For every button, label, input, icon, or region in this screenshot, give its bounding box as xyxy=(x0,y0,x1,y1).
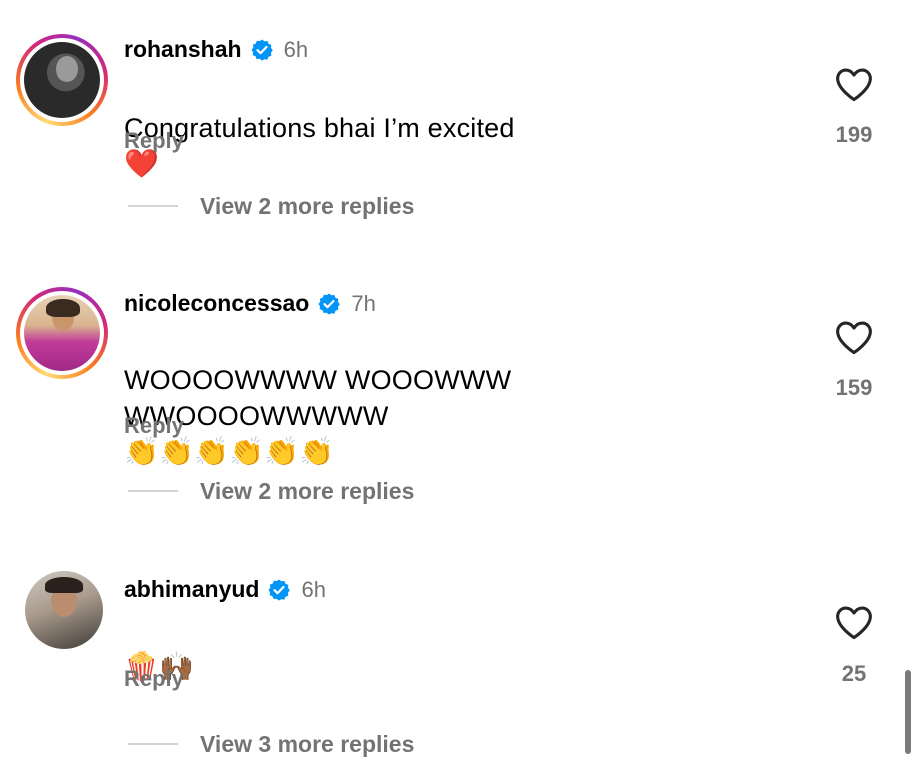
heart-outline-icon[interactable] xyxy=(834,604,874,640)
replies-divider-line xyxy=(128,490,178,492)
username[interactable]: nicoleconcessao xyxy=(124,290,309,317)
reply-button[interactable]: Reply xyxy=(124,666,184,692)
comment-time: 6h xyxy=(283,36,309,62)
verified-badge-icon xyxy=(268,579,291,600)
heart-outline-icon[interactable] xyxy=(834,66,874,102)
like-count: 199 xyxy=(835,122,873,147)
avatar xyxy=(24,295,100,371)
view-more-replies-button[interactable]: View 2 more replies xyxy=(200,193,414,220)
replies-divider-line xyxy=(128,205,178,207)
comment-time: 6h xyxy=(301,576,326,602)
comment-time: 7h xyxy=(351,290,376,316)
story-ring[interactable] xyxy=(16,34,108,126)
story-ring[interactable] xyxy=(16,287,108,379)
view-more-replies-button[interactable]: View 3 more replies xyxy=(200,731,414,758)
clapping-hands-emoji: 👏👏👏👏👏👏 xyxy=(124,435,335,468)
reply-button[interactable]: Reply xyxy=(124,128,184,154)
scrollbar[interactable] xyxy=(905,670,911,754)
like-count: 159 xyxy=(835,375,873,400)
reply-button[interactable]: Reply xyxy=(124,413,184,439)
username[interactable]: abhimanyud xyxy=(124,576,259,603)
verified-badge-icon xyxy=(251,39,273,60)
heart-outline-icon[interactable] xyxy=(834,319,874,355)
view-more-replies-button[interactable]: View 2 more replies xyxy=(200,478,414,505)
username[interactable]: rohanshah xyxy=(124,36,242,63)
comment-text: WOOOOWWWW WOOOWWW WWOOOOWWWWW 👏👏👏👏👏👏 xyxy=(124,326,511,470)
avatar[interactable] xyxy=(25,571,103,649)
like-count: 25 xyxy=(841,661,867,686)
verified-badge-icon xyxy=(318,293,341,314)
avatar xyxy=(24,42,100,118)
replies-divider-line xyxy=(128,743,178,745)
